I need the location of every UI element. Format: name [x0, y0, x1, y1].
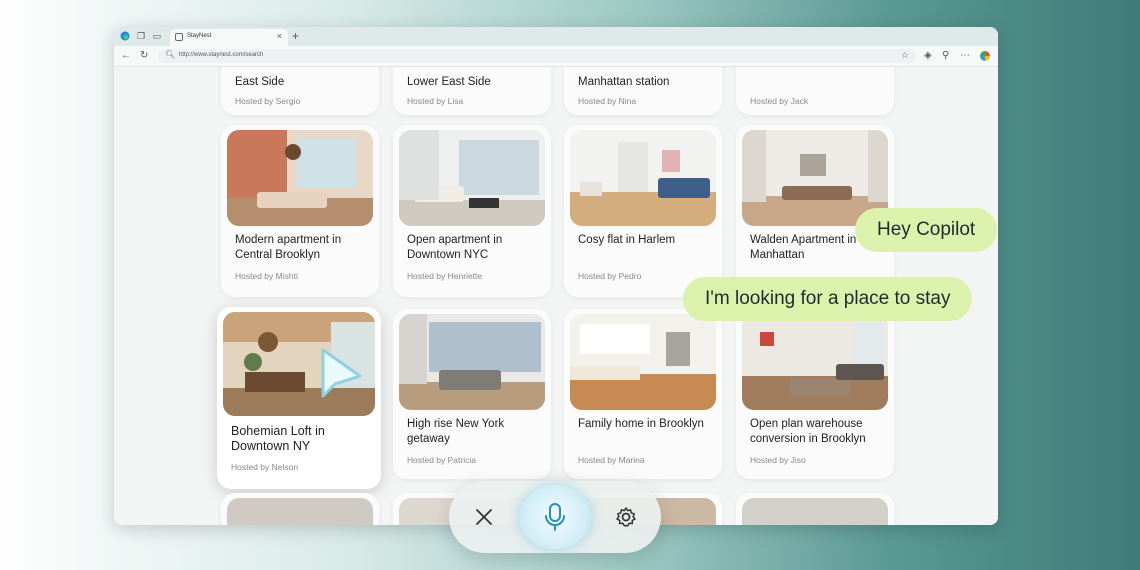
listing-card[interactable] — [736, 493, 894, 525]
settings-button[interactable] — [591, 481, 661, 553]
copilot-message: Hey Copilot — [855, 208, 998, 252]
listing-photo — [227, 130, 373, 226]
cursor-icon — [321, 348, 362, 398]
tab-staynest[interactable]: StayNest × — [170, 29, 288, 46]
listing-title: High rise New York getaway — [407, 418, 505, 445]
listing-photo — [742, 498, 888, 525]
listing-card[interactable]: Open plan warehouse conversion in Brookl… — [736, 309, 894, 479]
listing-title: East Side — [235, 76, 285, 88]
url-text: http://www.staynest.com/search — [179, 52, 264, 58]
copilot-icon[interactable]: ◈ — [924, 50, 932, 61]
listing-card[interactable] — [221, 493, 379, 525]
listing-card[interactable]: Hosted by Jack — [736, 67, 894, 115]
listing-host: Hosted by Lisa — [407, 96, 464, 106]
listing-photo — [742, 314, 888, 410]
close-button[interactable] — [449, 481, 519, 553]
profile-icon[interactable] — [980, 51, 990, 61]
listing-photo — [227, 498, 373, 525]
microphone-icon — [545, 503, 565, 531]
tab-title: StayNest — [187, 33, 212, 39]
lock-icon: 🔍︎ — [165, 50, 176, 59]
listing-card[interactable]: Lower East Side Hosted by Lisa — [393, 67, 551, 115]
listing-title: Open plan warehouse conversion in Brookl… — [750, 418, 866, 445]
address-bar-row: ← ↻ 🔍︎ http://www.staynest.com/search ☆ … — [114, 46, 998, 67]
listing-title: Modern apartment in Central Brooklyn — [235, 234, 342, 261]
listing-card[interactable]: Family home in Brooklyn Hosted by Marina — [564, 309, 722, 479]
close-icon — [476, 509, 492, 525]
edge-icon[interactable] — [120, 31, 130, 41]
listing-card[interactable]: Modern apartment in Central Brooklyn Hos… — [221, 125, 379, 297]
listing-title: Cosy flat in Harlem — [578, 234, 676, 246]
plus-icon[interactable]: + — [292, 29, 299, 43]
close-icon[interactable]: × — [277, 31, 282, 41]
browser-window: ❐ ▭ StayNest × + ← ↻ 🔍︎ http://www.stayn… — [114, 27, 998, 525]
listing-photo — [570, 130, 716, 226]
listing-host: Hosted by Nelson — [231, 462, 299, 472]
listing-title: Open apartment in Downtown NYC — [407, 234, 503, 261]
user-message: I'm looking for a place to stay — [683, 277, 973, 321]
listing-host: Hosted by Mishti — [235, 271, 298, 281]
listing-host: Hosted by Marina — [578, 455, 645, 465]
voice-control-bar — [449, 481, 661, 553]
listing-photo — [399, 130, 545, 226]
tab-actions-icon[interactable]: ▭ — [152, 31, 162, 41]
more-icon[interactable]: ⋯ — [960, 50, 970, 61]
listing-host: Hosted by Jiso — [750, 455, 806, 465]
listing-host: Hosted by Pedro — [578, 271, 642, 281]
tab-strip: ❐ ▭ StayNest × + — [114, 27, 998, 46]
listing-title: Lower East Side — [407, 76, 491, 88]
listing-title: Family home in Brooklyn — [578, 418, 704, 430]
listing-host: Hosted by Henriette — [407, 271, 483, 281]
listing-card[interactable]: High rise New York getaway Hosted by Pat… — [393, 309, 551, 479]
listing-title: Manhattan station — [578, 76, 670, 88]
settings-icon — [616, 507, 636, 527]
site-favicon — [175, 33, 183, 41]
listing-host: Hosted by Sergio — [235, 96, 301, 106]
star-icon[interactable]: ☆ — [901, 50, 909, 61]
listing-card[interactable]: Cosy flat in Harlem Hosted by Pedro — [564, 125, 722, 297]
listing-title: Bohemian Loft in Downtown NY — [231, 424, 325, 453]
address-bar[interactable]: 🔍︎ http://www.staynest.com/search ☆ — [158, 49, 916, 63]
extensions-icon[interactable]: ⚲ — [942, 50, 949, 61]
back-icon[interactable]: ← — [121, 50, 131, 61]
listing-host: Hosted by Jack — [750, 96, 809, 106]
listing-photo — [399, 314, 545, 410]
listing-photo — [570, 314, 716, 410]
listing-host: Hosted by Nina — [578, 96, 637, 106]
microphone-button[interactable] — [519, 485, 591, 549]
listing-card[interactable]: Open apartment in Downtown NYC Hosted by… — [393, 125, 551, 297]
workspaces-icon[interactable]: ❐ — [136, 31, 146, 41]
refresh-icon[interactable]: ↻ — [140, 50, 148, 61]
listing-card[interactable]: Manhattan station Hosted by Nina — [564, 67, 722, 115]
listing-host: Hosted by Patricia — [407, 455, 476, 465]
listing-card[interactable]: East Side Hosted by Sergio — [221, 67, 379, 115]
